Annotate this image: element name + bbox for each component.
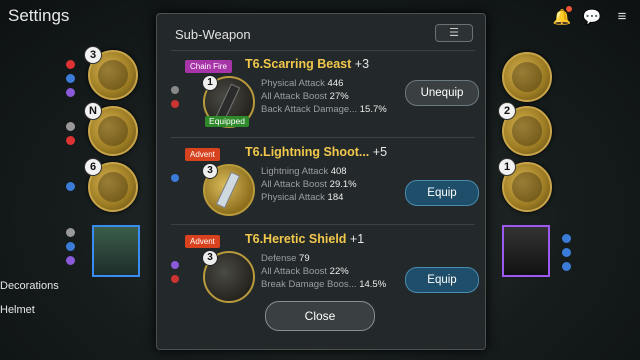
level-badge: 3 — [202, 163, 218, 179]
equipment-slot-right-1[interactable] — [502, 52, 552, 102]
status-icon — [562, 248, 571, 257]
element-icon — [171, 174, 179, 182]
level-badge: 3 — [202, 250, 218, 266]
sort-button[interactable]: ☰ — [435, 24, 473, 42]
item-tag: Advent — [185, 235, 220, 248]
equip-button[interactable]: Equip — [405, 180, 479, 206]
slot-badge: 1 — [498, 158, 516, 176]
slot-badge: N — [84, 102, 102, 120]
top-icons: 🔔 💬 ≡ — [552, 6, 632, 26]
armor-icon — [98, 172, 128, 202]
equipment-slot-left-2[interactable]: N — [84, 102, 138, 156]
page-title: Settings — [8, 6, 70, 25]
status-icon — [66, 122, 75, 131]
list-sort-icon: ☰ — [449, 27, 459, 39]
status-icon — [66, 228, 75, 237]
slot-badge: 6 — [84, 158, 102, 176]
blade-icon — [215, 171, 241, 209]
item-name: T6.Lightning Shoot... +5 — [245, 145, 388, 159]
level-badge: 1 — [202, 75, 218, 91]
element-icon — [171, 86, 179, 94]
close-button[interactable]: Close — [265, 301, 375, 331]
slot-badge: 3 — [84, 46, 102, 64]
equip-button[interactable]: Equip — [405, 267, 479, 293]
status-icon — [562, 262, 571, 271]
unequip-button[interactable]: Unequip — [405, 80, 479, 106]
status-icon — [562, 234, 571, 243]
element-icon — [171, 100, 179, 108]
status-icon — [66, 60, 75, 69]
item-stats: Lightning Attack 408 All Attack Boost 29… — [261, 166, 357, 203]
item-tag: Chain Fire — [185, 60, 232, 73]
item-stats: Physical Attack 446 All Attack Boost 27%… — [261, 78, 387, 115]
notification-bell-icon[interactable]: 🔔 — [552, 6, 572, 26]
status-icon — [66, 74, 75, 83]
menu-icon[interactable]: ≡ — [612, 8, 632, 26]
equipment-slot-left-1[interactable]: 3 — [84, 46, 138, 100]
status-icon — [66, 136, 75, 145]
decorations-label: Decorations — [0, 280, 59, 292]
divider — [171, 137, 475, 138]
weapon-icon — [98, 116, 128, 146]
blade-icon — [215, 83, 241, 121]
status-icon — [66, 256, 75, 265]
character-portrait-left[interactable] — [92, 225, 140, 277]
weapon-list-item[interactable]: Advent T6.Lightning Shoot... +5 3 Lightn… — [171, 145, 479, 230]
status-icon — [66, 242, 75, 251]
item-tag: Advent — [185, 148, 220, 161]
status-icon — [66, 182, 75, 191]
gem-icon — [512, 116, 542, 146]
helmet-label: Helmet — [0, 304, 35, 316]
character-portrait-right[interactable] — [502, 225, 550, 277]
shield-icon: 3 — [202, 250, 255, 303]
equipment-slot-left-3[interactable]: 6 — [84, 158, 138, 212]
element-icon — [171, 275, 179, 283]
equipment-slot-right-2[interactable]: 2 — [498, 102, 552, 156]
bracelet-icon — [512, 172, 542, 202]
item-name: T6.Heretic Shield +1 — [245, 232, 365, 246]
item-stats: Defense 79 All Attack Boost 22% Break Da… — [261, 253, 387, 290]
chat-icon[interactable]: 💬 — [582, 8, 602, 26]
element-icon — [171, 261, 179, 269]
slot-badge: 2 — [498, 102, 516, 120]
item-name: T6.Scarring Beast +3 — [245, 57, 370, 71]
sub-weapon-modal: Sub-Weapon ☰ Chain Fire T6.Scarring Beas… — [156, 13, 486, 350]
weapon-list-item[interactable]: Chain Fire T6.Scarring Beast +3 1 Equipp… — [171, 57, 479, 142]
modal-title: Sub-Weapon — [175, 27, 251, 42]
weapon-icon — [98, 60, 128, 90]
equipment-slot-right-3[interactable]: 1 — [498, 158, 552, 212]
divider — [171, 224, 475, 225]
status-icon — [66, 88, 75, 97]
weapon-icon: 3 — [202, 163, 255, 216]
equipped-badge: Equipped — [205, 116, 249, 127]
divider — [171, 50, 475, 51]
accessory-icon — [512, 62, 542, 92]
